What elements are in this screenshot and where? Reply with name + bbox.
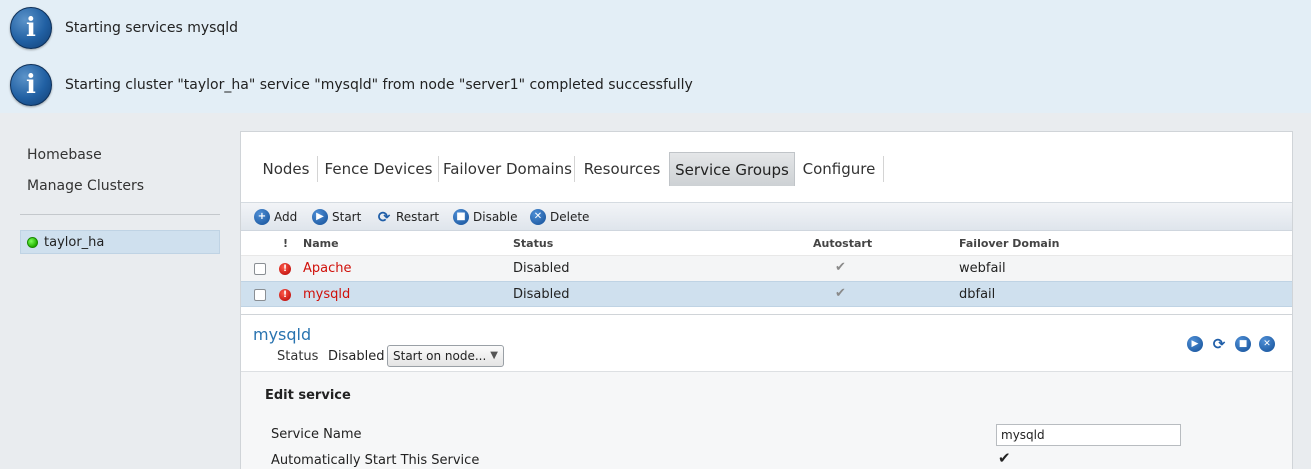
autostart-check-icon: ✔ [835, 260, 846, 275]
notice-text: Starting services mysqld [65, 20, 239, 36]
add-icon: + [254, 209, 270, 225]
autostart-label: Automatically Start This Service [271, 453, 480, 468]
failover-domain: dbfail [959, 287, 996, 302]
tab-resources[interactable]: Resources [577, 152, 667, 186]
tab-configure[interactable]: Configure [797, 152, 881, 186]
col-status[interactable]: Status [513, 237, 553, 250]
disable-label: Disable [473, 210, 518, 224]
tab-bar: Nodes Fence Devices Failover Domains Res… [241, 132, 1292, 202]
cluster-item-taylor-ha[interactable]: taylor_ha [20, 230, 220, 254]
start-on-node-select[interactable]: Start on node... ▼ [387, 345, 504, 367]
main-panel: Nodes Fence Devices Failover Domains Res… [240, 131, 1293, 469]
add-label: Add [274, 210, 298, 224]
delete-button[interactable]: ✕ Delete [530, 209, 589, 225]
play-icon: ▶ [312, 209, 328, 225]
tab-divider [574, 156, 575, 182]
nav-manage-clusters-link[interactable]: Manage Clusters [27, 178, 144, 194]
notification-area: i Starting services mysqld i Starting cl… [0, 0, 1311, 113]
nav-homebase-link[interactable]: Homebase [27, 147, 102, 163]
start-button[interactable]: ▶ Start [312, 209, 361, 225]
edit-service-form: Edit service Service Name Automatically … [241, 371, 1292, 469]
chevron-down-icon: ▼ [490, 350, 498, 361]
tab-failover-domains[interactable]: Failover Domains [441, 152, 574, 186]
service-name-input[interactable] [996, 424, 1181, 446]
table-row[interactable]: ! mysqld Disabled ✔ dbfail [241, 281, 1292, 307]
restart-service-icon[interactable]: ⟳ [1211, 336, 1227, 352]
service-toolbar: + Add ▶ Start ⟳ Restart ■ Disable ✕ Dele… [241, 202, 1292, 231]
service-status: Disabled [513, 287, 570, 302]
failover-domain: webfail [959, 261, 1006, 276]
tab-service-groups[interactable]: Service Groups [669, 152, 795, 186]
status-label: Status [277, 349, 319, 364]
col-failover-domain[interactable]: Failover Domain [959, 237, 1059, 250]
notice-cluster-started: i Starting cluster "taylor_ha" service "… [0, 57, 1311, 113]
service-action-icons: ▶ ⟳ ■ ✕ [1187, 336, 1275, 352]
tab-fence-devices[interactable]: Fence Devices [321, 152, 436, 186]
service-name-link[interactable]: Apache [303, 261, 352, 276]
edit-service-heading: Edit service [265, 388, 351, 403]
restart-icon: ⟳ [377, 208, 391, 226]
nav-divider [20, 214, 220, 215]
tab-nodes[interactable]: Nodes [256, 152, 316, 186]
delete-icon: ✕ [530, 209, 546, 225]
service-status: Disabled [513, 261, 570, 276]
delete-service-icon[interactable]: ✕ [1259, 336, 1275, 352]
info-icon: i [10, 7, 52, 49]
tab-divider [317, 156, 318, 182]
table-row[interactable]: ! Apache Disabled ✔ webfail [241, 255, 1292, 281]
stop-icon: ■ [453, 209, 469, 225]
restart-button[interactable]: ⟳ Restart [376, 209, 439, 225]
col-warning: ! [283, 237, 289, 250]
restart-label: Restart [396, 210, 440, 224]
service-detail-title: mysqld [253, 325, 312, 344]
delete-label: Delete [550, 210, 590, 224]
tab-divider [438, 156, 439, 182]
col-autostart[interactable]: Autostart [813, 237, 872, 250]
status-online-icon [27, 236, 38, 248]
start-label: Start [332, 210, 362, 224]
error-icon: ! [279, 263, 291, 275]
cluster-name: taylor_ha [44, 234, 105, 250]
start-on-node-value: Start on node... [393, 349, 487, 363]
service-grid-header: ! Name Status Autostart Failover Domain [241, 232, 1292, 254]
stop-service-icon[interactable]: ■ [1235, 336, 1251, 352]
notice-text: Starting cluster "taylor_ha" service "my… [65, 77, 693, 93]
service-name-label: Service Name [271, 427, 362, 442]
start-service-icon[interactable]: ▶ [1187, 336, 1203, 352]
col-name[interactable]: Name [303, 237, 339, 250]
tab-divider [883, 156, 884, 182]
disable-button[interactable]: ■ Disable [453, 209, 518, 225]
service-detail-panel: mysqld Status Disabled Start on node... … [241, 314, 1292, 469]
notice-services-starting: i Starting services mysqld [0, 0, 1311, 56]
status-value: Disabled [328, 349, 385, 364]
autostart-check-icon: ✔ [835, 286, 846, 301]
info-icon: i [10, 64, 52, 106]
left-nav: Homebase Manage Clusters taylor_ha [0, 113, 232, 469]
autostart-checkbox[interactable]: ✔ [998, 449, 1011, 467]
error-icon: ! [279, 289, 291, 301]
row-checkbox[interactable] [254, 289, 266, 301]
add-button[interactable]: + Add [254, 209, 297, 225]
service-name-link[interactable]: mysqld [303, 287, 350, 302]
row-checkbox[interactable] [254, 263, 266, 275]
